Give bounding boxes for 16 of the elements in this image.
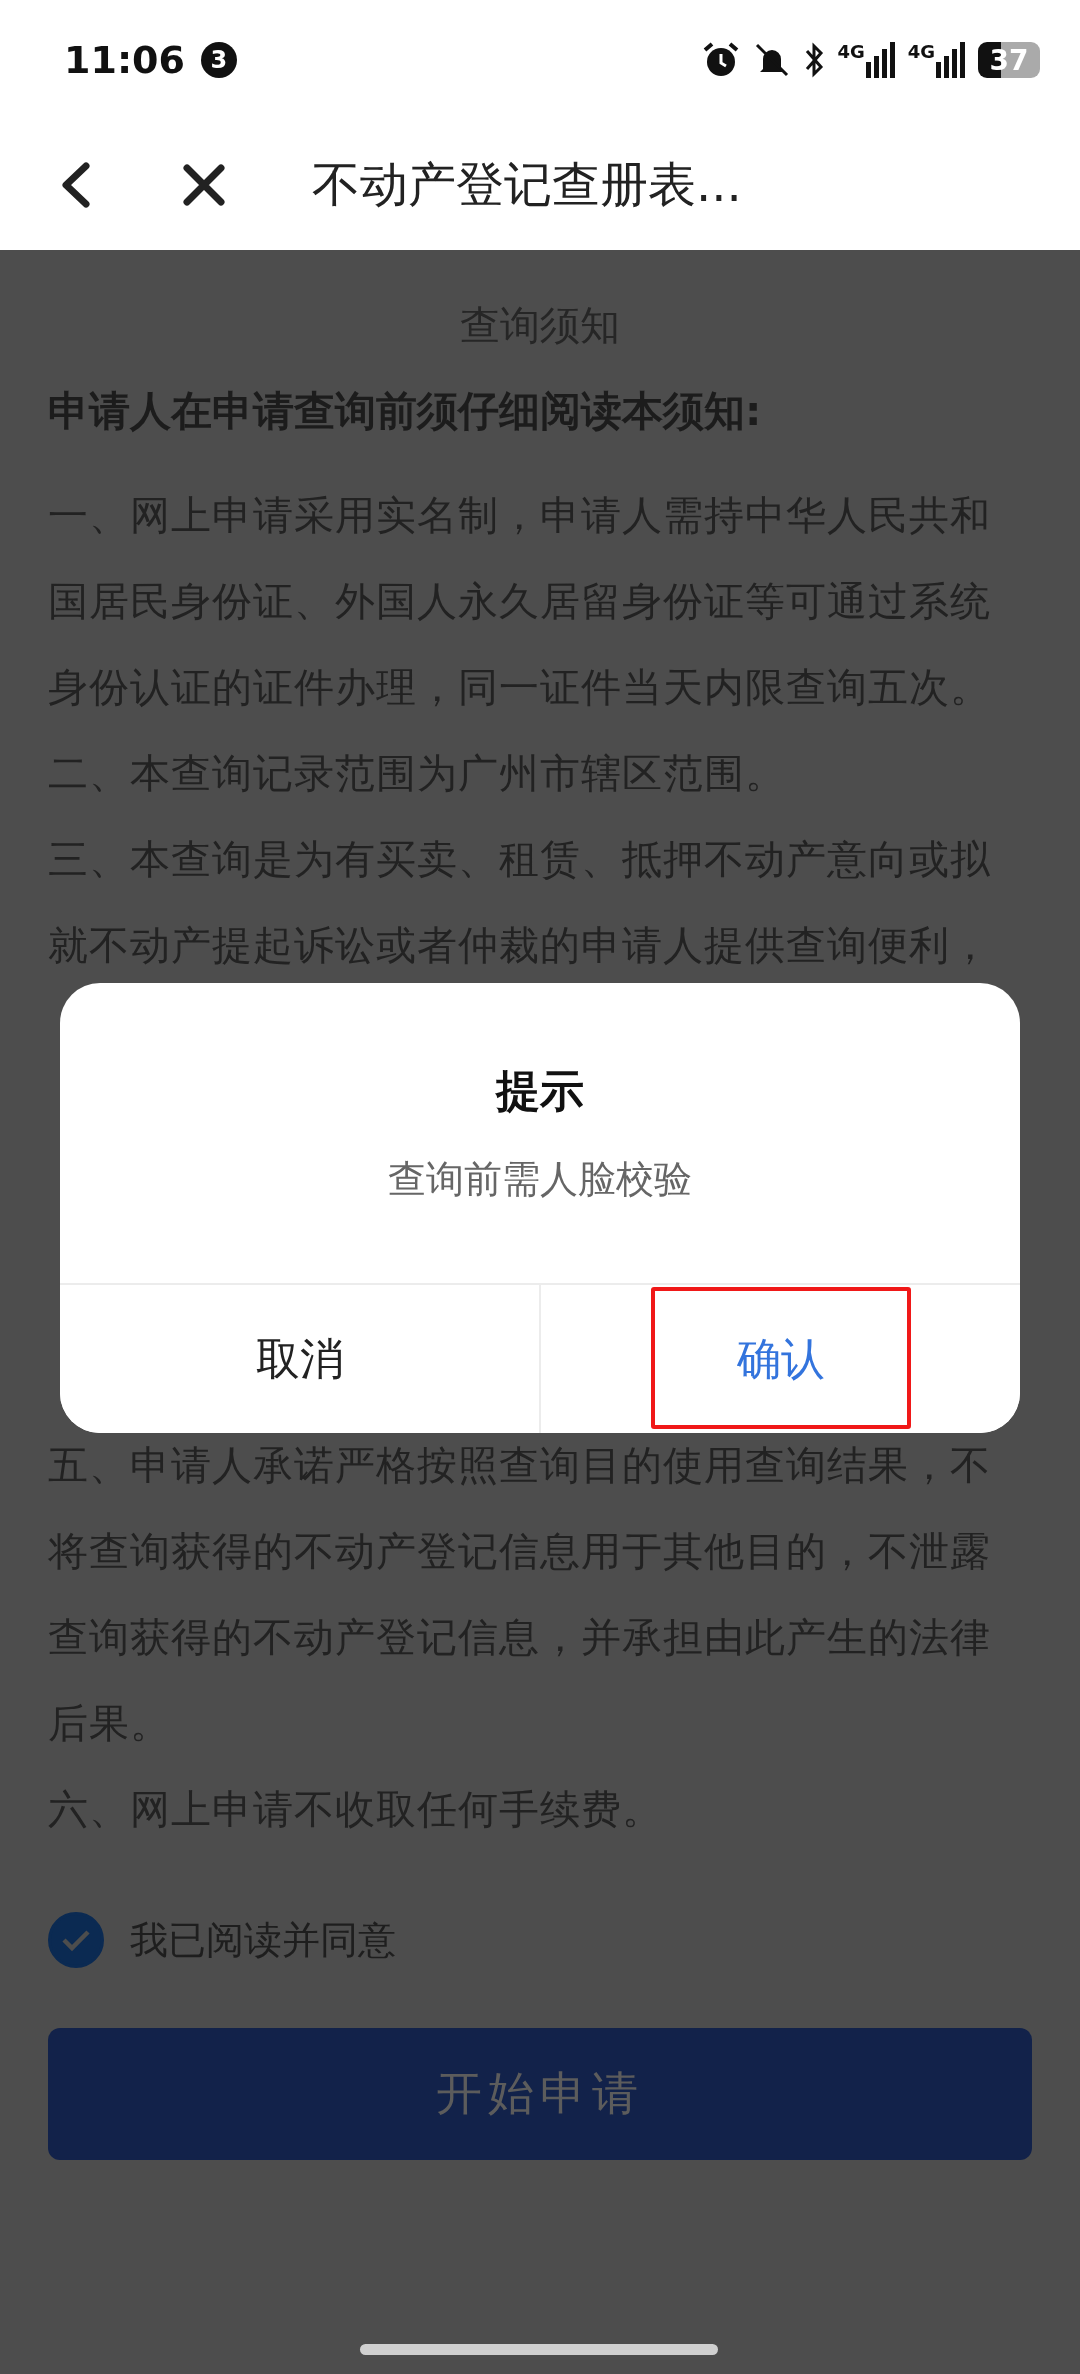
network-type-label: 4G [837,42,865,62]
signal-bars-icon [865,42,896,78]
clock-time: 11:06 [64,38,185,82]
checkmark-icon [61,1928,91,1952]
dialog-message: 查询前需人脸校验 [387,1156,693,1203]
cancel-button[interactable]: 取消 [60,1285,541,1433]
start-application-button[interactable]: 开始申请 [48,2028,1032,2160]
close-icon [182,163,226,207]
page-title: 不动产登记查册表... [312,155,742,214]
signal-bars-icon [936,42,966,78]
network-type-label: 4G [907,42,935,62]
dialog-title: 提示 [494,1064,585,1118]
agree-checkbox[interactable] [48,1912,104,1968]
notification-badge: 3 [200,42,237,78]
bluetooth-icon [803,41,826,79]
home-indicator[interactable] [360,2344,718,2355]
